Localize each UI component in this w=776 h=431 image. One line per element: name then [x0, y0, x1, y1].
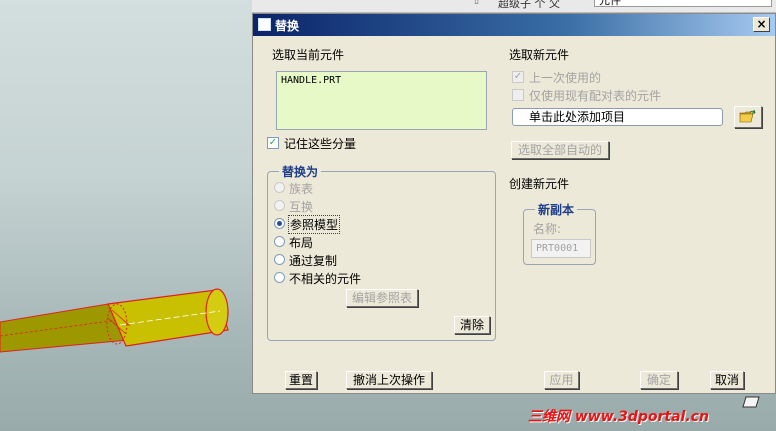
- edit-reference-table-button[interactable]: 编辑参照表: [346, 289, 418, 307]
- open-file-button[interactable]: [734, 106, 762, 128]
- radio-by-copy[interactable]: [274, 254, 285, 265]
- radio-family-table[interactable]: [274, 182, 285, 193]
- remember-label: 记住这些分量: [284, 137, 357, 151]
- name-input[interactable]: PRT0001: [531, 239, 591, 258]
- add-item-field[interactable]: 单击此处添加项目: [512, 108, 723, 126]
- last-used-checkbox[interactable]: ✓: [512, 71, 524, 83]
- radio-interchange-label: 互换: [289, 200, 314, 214]
- new-component-heading: 选取新元件: [509, 48, 570, 62]
- pin-icon: ▯: [474, 0, 479, 6]
- cancel-button[interactable]: 取消: [710, 371, 744, 389]
- only-ref-label: 仅使用现有配对表的元件: [529, 89, 662, 103]
- close-icon: ×: [756, 17, 767, 31]
- part-handle-model: [0, 288, 229, 353]
- filter-field[interactable]: 元件: [594, 0, 772, 7]
- radio-layout[interactable]: [274, 236, 285, 247]
- radio-family-table-label: 族表: [289, 182, 314, 196]
- window-icon: [258, 18, 271, 31]
- filter-label: 超级子 个 父: [498, 0, 560, 10]
- cad-viewport: [0, 288, 229, 353]
- select-all-auto-button[interactable]: 选取全部自动的: [511, 141, 609, 159]
- radio-layout-label: 布局: [289, 236, 314, 250]
- folder-open-icon: [739, 109, 756, 123]
- current-component-heading: 选取当前元件: [272, 48, 345, 62]
- radio-reference-model-label: 参照模型: [288, 215, 341, 234]
- radio-reference-model[interactable]: [274, 218, 285, 229]
- replace-dialog: 替换 × 选取当前元件 HANDLE.PRT ✓ 记住这些分量 替换为 族表 互…: [252, 13, 776, 394]
- list-item[interactable]: HANDLE.PRT: [281, 75, 341, 86]
- ok-button[interactable]: 确定: [640, 371, 678, 389]
- close-button[interactable]: ×: [753, 17, 770, 32]
- watermark: 三维网 www.3dportal.cn: [528, 409, 709, 425]
- remember-checkbox[interactable]: ✓: [267, 137, 279, 149]
- create-new-heading: 创建新元件: [509, 177, 570, 191]
- radio-unrelated[interactable]: [274, 272, 285, 283]
- replace-by-title: 替换为: [279, 163, 322, 180]
- radio-interchange[interactable]: [274, 200, 285, 211]
- sketch-plane-icon: [742, 396, 760, 408]
- radio-by-copy-label: 通过复制: [289, 254, 338, 268]
- reset-button[interactable]: 重置: [285, 371, 317, 389]
- radio-unrelated-label: 不相关的元件: [289, 272, 362, 286]
- new-copy-title: 新副本: [535, 201, 578, 218]
- name-label: 名称:: [533, 222, 562, 236]
- dialog-titlebar[interactable]: 替换 ×: [253, 14, 775, 36]
- clear-button[interactable]: 清除: [454, 316, 490, 334]
- undo-last-button[interactable]: 撤消上次操作: [346, 371, 432, 389]
- only-ref-checkbox[interactable]: [512, 89, 524, 101]
- current-component-list[interactable]: HANDLE.PRT: [276, 71, 487, 130]
- apply-button[interactable]: 应用: [544, 371, 579, 389]
- dialog-title: 替换: [275, 19, 300, 33]
- last-used-label: 上一次使用的: [529, 71, 602, 85]
